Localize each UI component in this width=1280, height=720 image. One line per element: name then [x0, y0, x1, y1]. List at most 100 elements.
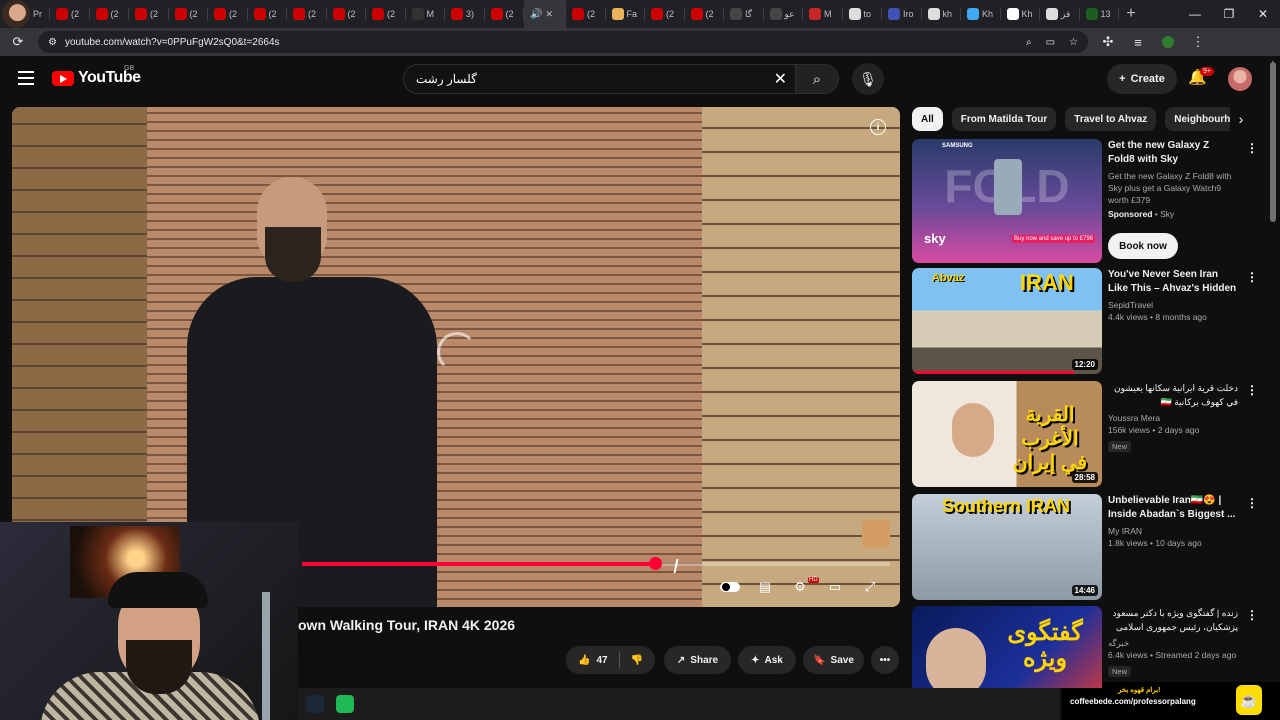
- browser-tab[interactable]: (2: [287, 0, 327, 28]
- chip-travel-to-ahvaz[interactable]: Travel to Ahvaz: [1065, 107, 1157, 131]
- extensions-icon[interactable]: ✣: [1098, 32, 1118, 52]
- video-thumbnail[interactable]: Abvaz IRAN 12:20: [912, 268, 1102, 374]
- browser-tab[interactable]: (2: [685, 0, 725, 28]
- video-menu-icon[interactable]: ⋮: [1246, 608, 1258, 622]
- ad-title[interactable]: Get the new Galaxy Z Fold8 with Sky: [1108, 139, 1238, 167]
- video-thumbnail[interactable]: گفتگوی ویژه: [912, 606, 1102, 688]
- fullscreen-icon[interactable]: ⤢: [859, 576, 881, 598]
- youtube-logo[interactable]: YouTube GB: [52, 65, 141, 87]
- reload-icon[interactable]: ⟳: [8, 32, 28, 52]
- app-icon[interactable]: [336, 695, 354, 713]
- browser-tab[interactable]: (2: [566, 0, 606, 28]
- account-avatar[interactable]: [1228, 67, 1252, 91]
- new-tab-button[interactable]: +: [1119, 0, 1143, 28]
- close-window-icon[interactable]: ✕: [1246, 0, 1280, 28]
- browser-tab[interactable]: M: [803, 0, 843, 28]
- browser-tab[interactable]: (2: [485, 0, 525, 28]
- steam-icon[interactable]: [306, 695, 324, 713]
- browser-tab[interactable]: (2: [366, 0, 406, 28]
- zoom-icon[interactable]: ⌕: [1026, 37, 1032, 48]
- book-now-button[interactable]: Book now: [1108, 233, 1178, 259]
- profile-icon[interactable]: [1158, 32, 1178, 52]
- browser-tab[interactable]: (2: [90, 0, 130, 28]
- video-title-link[interactable]: You've Never Seen Iran Like This – Ahvaz…: [1108, 268, 1238, 296]
- ask-button[interactable]: ✦ Ask: [738, 646, 796, 674]
- clear-search-icon[interactable]: ✕: [774, 69, 787, 89]
- channel-name[interactable]: My IRAN: [1108, 525, 1238, 537]
- address-bar[interactable]: ⚙ youtube.com/watch?v=0PPuFgW2sQ0&t=2664…: [38, 31, 1088, 53]
- autoplay-toggle-icon[interactable]: [719, 576, 741, 598]
- browser-tab[interactable]: to: [843, 0, 883, 28]
- channel-watermark[interactable]: [862, 520, 890, 548]
- browser-tab[interactable]: (2: [129, 0, 169, 28]
- video-thumbnail[interactable]: القرية الأغرب في إيران 28:58: [912, 381, 1102, 487]
- video-title-link[interactable]: زنده | گفتگوی ویژه با دکتر مسعود پزشکیان…: [1108, 606, 1238, 634]
- browser-tab[interactable]: Fa: [606, 0, 646, 28]
- browser-tab[interactable]: 13: [1080, 0, 1120, 28]
- browser-tab[interactable]: (2: [169, 0, 209, 28]
- related-video[interactable]: Abvaz IRAN 12:20 You've Never Seen Iran …: [912, 268, 1262, 376]
- search-input[interactable]: گلسار رشت ✕: [403, 64, 796, 94]
- media-control-icon[interactable]: ≡: [1128, 32, 1148, 52]
- chip-from-matilda-tour[interactable]: From Matilda Tour: [951, 107, 1057, 131]
- sponsored-ad[interactable]: SAMSUNG FOLD sky Buy now and save up to …: [912, 139, 1262, 263]
- browser-tab[interactable]: (2: [208, 0, 248, 28]
- video-title-link[interactable]: دخلت قرية ايرانية سكانها يعيشون في كهوف …: [1108, 381, 1238, 409]
- restore-icon[interactable]: ❐: [1212, 0, 1246, 28]
- browser-tab[interactable]: M: [406, 0, 446, 28]
- channel-name[interactable]: SepidTravel: [1108, 299, 1238, 311]
- browser-tab[interactable]: (2: [645, 0, 685, 28]
- like-button[interactable]: 👍 47: [578, 655, 608, 666]
- site-info-icon[interactable]: ⚙: [48, 37, 57, 48]
- info-icon[interactable]: i: [870, 119, 886, 135]
- browser-tab[interactable]: فز: [1040, 0, 1080, 28]
- browser-tab[interactable]: (2: [327, 0, 367, 28]
- theater-mode-icon[interactable]: ▭: [824, 576, 846, 598]
- close-tab-icon[interactable]: ✕: [545, 9, 553, 20]
- browser-tab[interactable]: Pr: [0, 0, 50, 28]
- browser-tab[interactable]: گا: [724, 0, 764, 28]
- create-button[interactable]: + Create: [1107, 64, 1177, 94]
- video-thumbnail[interactable]: Southern IRAN 14:46: [912, 494, 1102, 600]
- save-button[interactable]: 🔖 Save: [803, 646, 864, 674]
- video-menu-icon[interactable]: ⋮: [1246, 496, 1258, 510]
- video-menu-icon[interactable]: ⋮: [1246, 383, 1258, 397]
- ad-menu-icon[interactable]: ⋮: [1246, 141, 1258, 155]
- minimize-icon[interactable]: —: [1178, 0, 1212, 28]
- channel-name[interactable]: Youssra Mera: [1108, 412, 1238, 424]
- search-button[interactable]: ⌕: [795, 64, 839, 94]
- bookmark-star-icon[interactable]: ☆: [1069, 37, 1078, 48]
- video-title-link[interactable]: Unbelievable Iran🇮🇷😍 | Inside Abadan`s B…: [1108, 494, 1238, 522]
- browser-tab[interactable]: Kh: [1001, 0, 1041, 28]
- subtitles-icon[interactable]: ▤: [754, 576, 776, 598]
- more-actions-button[interactable]: •••: [871, 646, 899, 674]
- related-video[interactable]: گفتگوی ویژه زنده | گفتگوی ویژه با دکتر م…: [912, 606, 1262, 688]
- browser-menu-icon[interactable]: ⋮: [1188, 32, 1208, 52]
- browser-tab[interactable]: (2: [248, 0, 288, 28]
- browser-tab[interactable]: 3): [445, 0, 485, 28]
- thumbs-down-icon[interactable]: 👎: [631, 655, 643, 666]
- related-video[interactable]: Southern IRAN 14:46 Unbelievable Iran🇮🇷😍…: [912, 494, 1262, 602]
- progress-bar[interactable]: [302, 562, 890, 566]
- related-video[interactable]: القرية الأغرب في إيران 28:58 دخلت قرية ا…: [912, 381, 1262, 489]
- ad-thumbnail[interactable]: SAMSUNG FOLD sky Buy now and save up to …: [912, 139, 1102, 263]
- page-scrollbar[interactable]: [1270, 62, 1276, 222]
- ad-sponsor-line: Sponsored • Sky: [1108, 209, 1175, 219]
- video-menu-icon[interactable]: ⋮: [1246, 270, 1258, 284]
- tab-label: M: [426, 9, 435, 19]
- chevron-right-icon[interactable]: ›: [1230, 107, 1252, 131]
- voice-search-button[interactable]: 🎙: [852, 63, 884, 95]
- cast-icon[interactable]: ▭: [1046, 37, 1055, 48]
- progress-scrubber[interactable]: [648, 557, 662, 570]
- share-button[interactable]: ↗ Share: [664, 646, 731, 674]
- channel-name[interactable]: خبرگه: [1108, 637, 1238, 649]
- hamburger-menu-icon[interactable]: [18, 71, 34, 85]
- chip-all[interactable]: All: [912, 107, 943, 131]
- browser-tab[interactable]: (2: [50, 0, 90, 28]
- browser-tab[interactable]: kh: [922, 0, 962, 28]
- browser-tab[interactable]: عو: [764, 0, 804, 28]
- browser-tab[interactable]: Iro: [882, 0, 922, 28]
- browser-tab[interactable]: Kh: [961, 0, 1001, 28]
- tab-label: to: [863, 9, 872, 19]
- active-tab[interactable]: 🔊 ✕: [524, 0, 566, 28]
